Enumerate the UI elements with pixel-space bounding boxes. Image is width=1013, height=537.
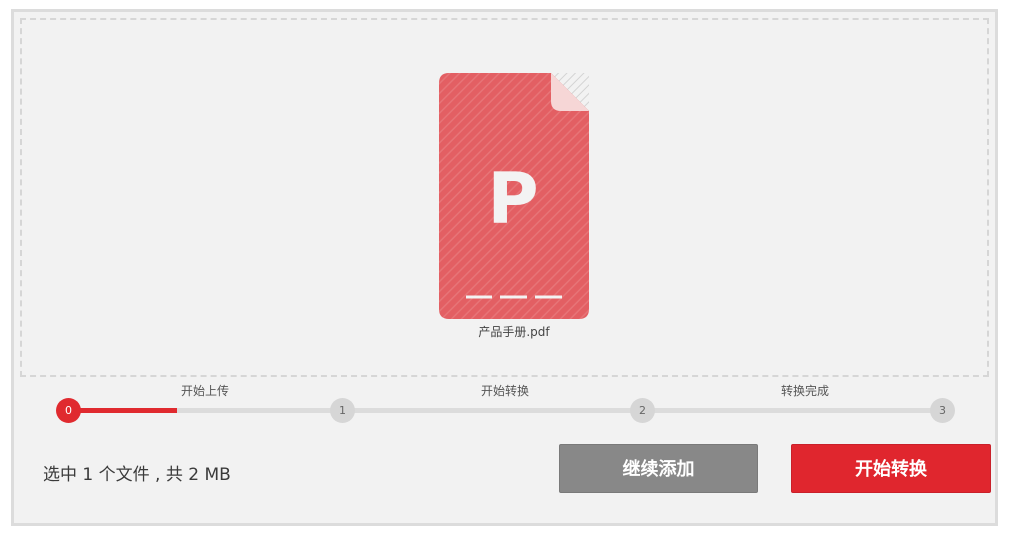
progress-node-0: 0 [56,398,81,423]
progress-node-2: 2 [630,398,655,423]
step-label-upload: 开始上传 [180,384,230,398]
progress-node-1: 1 [330,398,355,423]
start-convert-button[interactable]: 开始转换 [791,444,991,493]
progress-node-3: 3 [930,398,955,423]
step-label-done: 转换完成 [780,384,830,398]
converter-panel: P 产品手册.pdf 0 1 2 3 开始上传 开始转换 转换完成 选中 1 个… [11,9,998,526]
file-type-letter: P [487,158,538,240]
file-item[interactable]: P 产品手册.pdf [439,73,589,343]
file-name: 产品手册.pdf [478,325,550,339]
step-label-convert: 开始转换 [480,384,530,398]
selection-summary: 选中 1 个文件 , 共 2 MB [43,465,231,485]
pdf-file-icon: P [439,73,589,319]
progress-fill [68,408,177,413]
file-drop-zone[interactable]: P 产品手册.pdf [20,18,989,377]
progress-track [68,408,940,413]
conversion-progress: 0 1 2 3 开始上传 开始转换 转换完成 [54,384,958,430]
add-more-button[interactable]: 继续添加 [559,444,758,493]
